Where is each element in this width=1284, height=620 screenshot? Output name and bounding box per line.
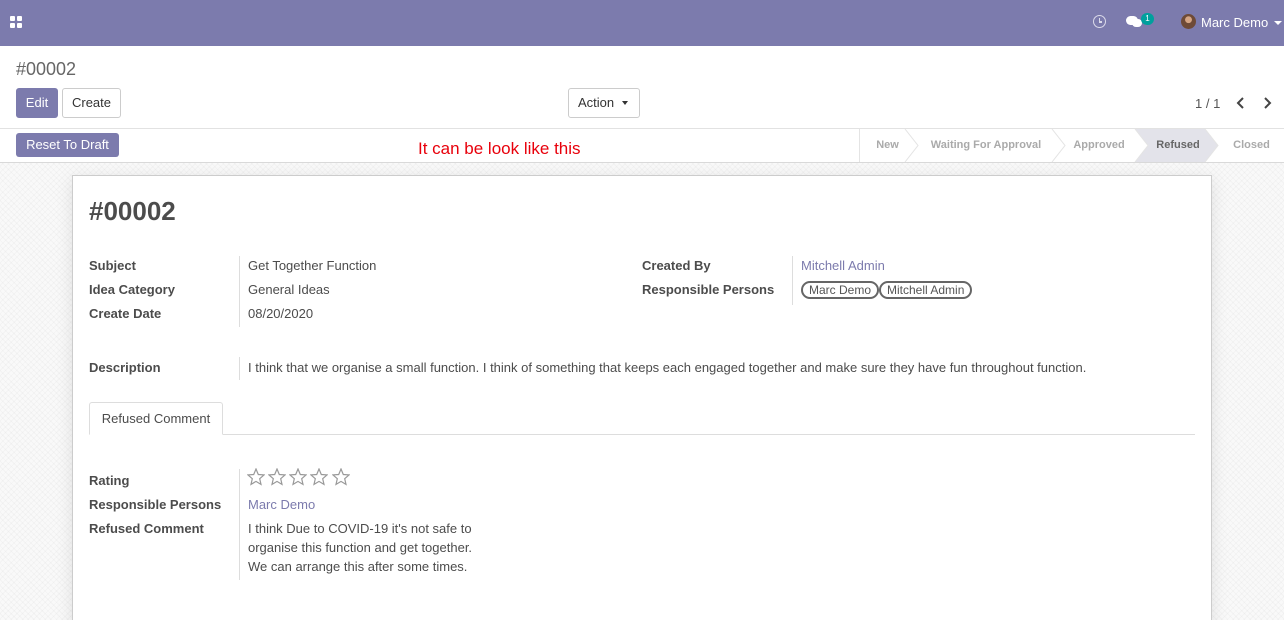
create-date-value: 08/20/2020 [248, 306, 314, 321]
description-value: I think that we organise a small functio… [248, 360, 1087, 375]
idea-category-value: General Ideas [248, 282, 330, 297]
user-menu-name[interactable]: Marc Demo [1201, 15, 1268, 30]
action-dropdown[interactable]: Action [568, 88, 640, 118]
refused-responsible-label: Responsible Persons [89, 497, 222, 512]
pager-next-icon[interactable] [1262, 97, 1272, 109]
subject-label: Subject [89, 258, 136, 273]
star-icon[interactable] [289, 468, 307, 486]
refused-comment-value: I think Due to COVID-19 it's not safe to… [248, 521, 473, 574]
created-by-link[interactable]: Mitchell Admin [801, 258, 885, 273]
left-group-separator [239, 256, 240, 327]
stage-closed[interactable]: Closed [1218, 129, 1284, 162]
responsible-tag[interactable]: Marc Demo [801, 281, 880, 299]
activity-clock-icon[interactable] [1093, 15, 1106, 28]
edit-button[interactable]: Edit [16, 88, 58, 118]
notebook-tab-line [89, 434, 1195, 435]
tab-group-separator [239, 469, 240, 580]
star-icon[interactable] [268, 468, 286, 486]
top-navbar: 1 Marc Demo [0, 0, 1284, 46]
tab-refused-comment[interactable]: Refused Comment [89, 402, 223, 435]
stage-approved[interactable]: Approved [1065, 129, 1133, 162]
user-avatar[interactable] [1181, 14, 1196, 29]
form-sheet [72, 175, 1212, 620]
right-group-separator [792, 256, 793, 305]
refused-responsible-link[interactable]: Marc Demo [248, 497, 315, 512]
description-label: Description [89, 360, 161, 375]
create-button[interactable]: Create [62, 88, 121, 118]
refused-comment-label: Refused Comment [89, 521, 204, 536]
pager-value[interactable]: 1 / 1 [1195, 96, 1220, 111]
responsible-persons-label: Responsible Persons [642, 282, 775, 297]
messages-badge: 1 [1141, 13, 1154, 25]
stage-refused[interactable]: Refused [1148, 129, 1208, 162]
apps-grid-icon[interactable] [10, 16, 22, 28]
star-icon[interactable] [310, 468, 328, 486]
created-by-label: Created By [642, 258, 711, 273]
subject-value: Get Together Function [248, 258, 377, 273]
caret-down-icon [622, 101, 628, 105]
breadcrumb: #00002 [16, 59, 77, 79]
rating-label: Rating [89, 473, 130, 488]
annotation-text: It can be look like this [418, 139, 581, 158]
description-separator [239, 357, 240, 380]
record-title: #00002 [89, 196, 176, 226]
pager-previous-icon[interactable] [1236, 97, 1246, 109]
user-menu-caret-icon[interactable] [1274, 21, 1282, 25]
create-date-label: Create Date [89, 306, 162, 321]
star-icon[interactable] [332, 468, 350, 486]
stage-pipeline: New Waiting For Approval Approved Refuse… [859, 129, 1284, 162]
reset-to-draft-button[interactable]: Reset To Draft [16, 133, 119, 157]
idea-category-label: Idea Category [89, 282, 175, 297]
form-statusbar: Reset To Draft It can be look like this … [0, 129, 1284, 163]
stage-waiting-for-approval[interactable]: Waiting For Approval [918, 129, 1054, 162]
action-label: Action [578, 95, 615, 110]
star-icon[interactable] [247, 468, 265, 486]
stage-new[interactable]: New [860, 129, 915, 162]
responsible-tag[interactable]: Mitchell Admin [879, 281, 973, 299]
